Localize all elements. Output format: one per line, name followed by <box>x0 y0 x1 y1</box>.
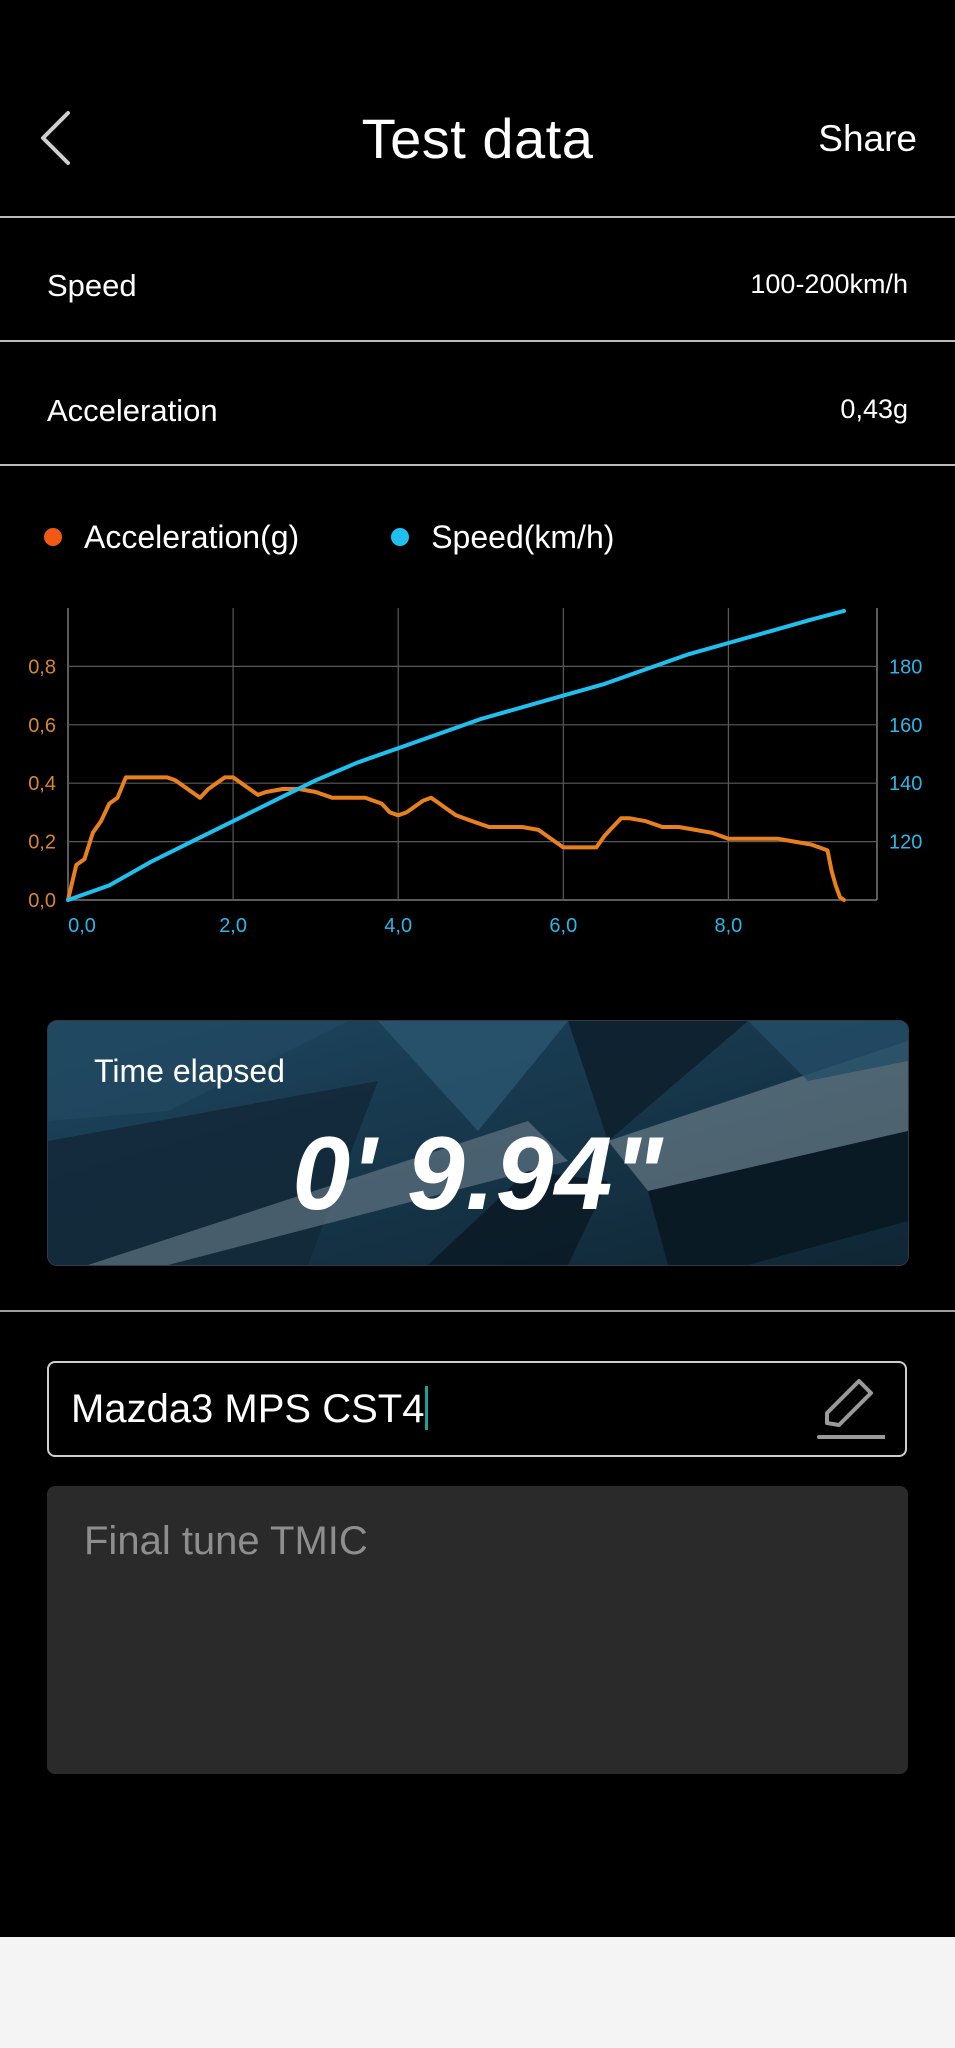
notes-placeholder: Final tune TMIC <box>84 1519 368 1563</box>
page-title: Test data <box>361 107 594 170</box>
test-name-text-wrap: Mazda3 MPS CST4 <box>71 1385 429 1433</box>
speed-dot-icon <box>391 528 410 546</box>
y-right-tick-label: 140 <box>889 773 922 795</box>
legend-acceleration-label: Acceleration(g) <box>84 519 300 555</box>
divider <box>0 1310 955 1312</box>
legend-speed: Speed(km/h) <box>391 516 614 558</box>
acceleration-value: 0,43g <box>840 394 908 424</box>
x-tick-label: 0,0 <box>68 915 96 937</box>
bottom-area <box>0 1937 955 2048</box>
y-right-tick-label: 160 <box>889 715 922 737</box>
x-tick-label: 6,0 <box>549 915 577 937</box>
pencil-icon <box>817 1379 887 1439</box>
y-right-tick-label: 180 <box>889 656 922 678</box>
speed-series-line <box>66 608 846 902</box>
speed-label: Speed <box>47 268 137 303</box>
x-tick-label: 2,0 <box>219 915 247 937</box>
acceleration-series-line <box>66 775 846 902</box>
y-left-tick-label: 0,0 <box>28 890 56 912</box>
test-name-field[interactable]: Mazda3 MPS CST4 <box>47 1361 907 1457</box>
chart-legend: Acceleration(g) Speed(km/h) <box>44 516 614 558</box>
y-left-tick-label: 0,2 <box>28 832 56 854</box>
text-cursor <box>425 1386 429 1430</box>
y-right-tick-label: 120 <box>889 832 922 854</box>
notes-textarea[interactable]: Final tune TMIC <box>47 1486 908 1774</box>
time-elapsed-card: Time elapsed 0' 9.94" <box>47 1020 909 1266</box>
edit-button[interactable] <box>813 1373 887 1445</box>
time-elapsed-value: 0' 9.94" <box>292 1116 664 1232</box>
acceleration-label: Acceleration <box>47 393 218 428</box>
top-bar: Test data Share <box>0 0 955 217</box>
speed-value: 100-200km/h <box>750 269 908 299</box>
divider <box>0 464 955 466</box>
divider <box>0 216 955 218</box>
divider <box>0 340 955 342</box>
test-chart: 0,0 2,0 4,0 6,0 8,0 0,0 0,2 0,4 0,6 0,8 120 140 160 1… <box>28 608 922 937</box>
test-name-value: Mazda3 MPS CST4 <box>71 1387 425 1431</box>
time-elapsed-label: Time elapsed <box>94 1053 285 1089</box>
y-left-tick-label: 0,6 <box>28 715 56 737</box>
legend-acceleration: Acceleration(g) <box>44 516 299 558</box>
x-tick-label: 8,0 <box>715 915 743 937</box>
legend-speed-label: Speed(km/h) <box>431 519 615 555</box>
y-left-tick-label: 0,4 <box>28 773 56 795</box>
y-left-tick-label: 0,8 <box>28 656 56 678</box>
x-tick-label: 4,0 <box>384 915 412 937</box>
share-button[interactable]: Share <box>818 116 917 162</box>
acceleration-dot-icon <box>44 528 62 546</box>
